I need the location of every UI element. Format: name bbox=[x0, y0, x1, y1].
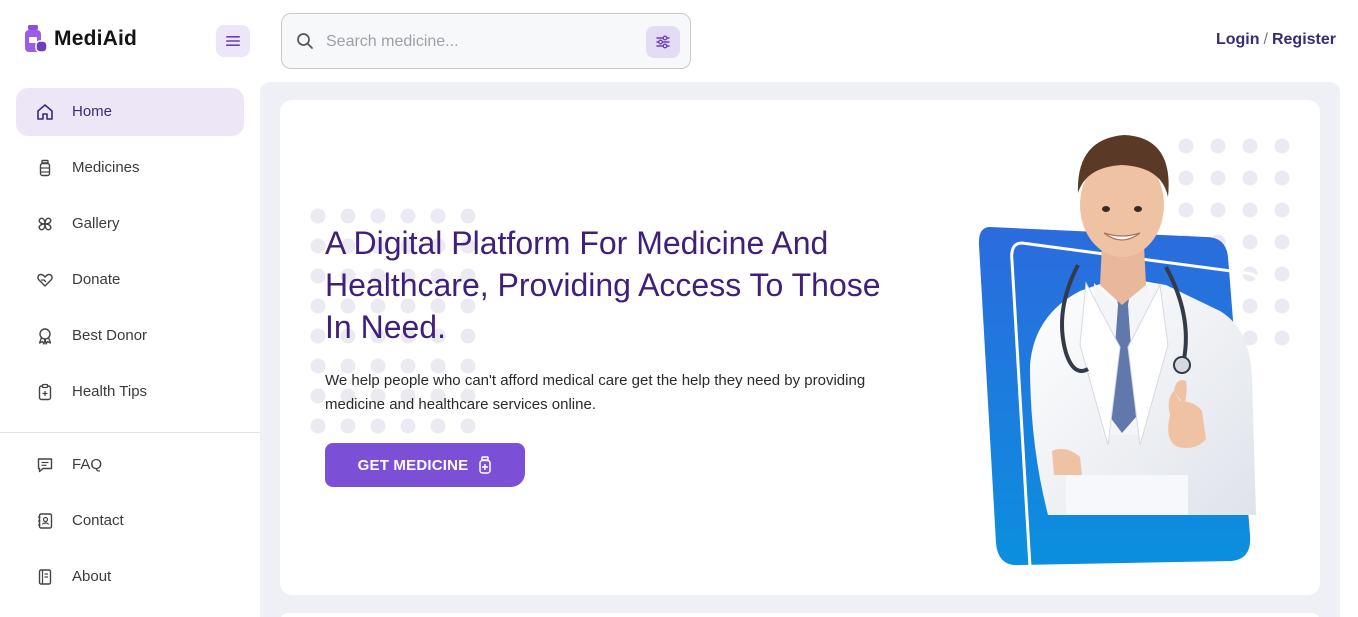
decorative-dot bbox=[310, 328, 326, 344]
login-link[interactable]: Login bbox=[1216, 31, 1260, 48]
register-link[interactable]: Register bbox=[1272, 31, 1336, 48]
sidebar-item-label: Donate bbox=[72, 271, 121, 288]
app-root: MediAid Login/Register bbox=[0, 0, 1358, 617]
medicine-bottle-icon bbox=[479, 456, 492, 474]
sidebar-item-donate[interactable]: Donate bbox=[16, 256, 244, 304]
decorative-dot bbox=[400, 418, 416, 434]
sidebar-item-label: Medicines bbox=[72, 159, 140, 176]
decorative-dot bbox=[310, 388, 326, 404]
sidebar-item-label: Health Tips bbox=[72, 383, 148, 400]
sidebar-item-label: Home bbox=[72, 103, 113, 120]
auth-links: Login / Register bbox=[1216, 31, 1336, 49]
filter-button[interactable] bbox=[646, 26, 680, 58]
brand-logo[interactable]: MediAid bbox=[22, 24, 137, 54]
home-icon bbox=[37, 104, 53, 120]
decorative-dot bbox=[430, 418, 446, 434]
decorative-dot bbox=[460, 418, 476, 434]
sidebar-item-label: Best Donor bbox=[72, 327, 148, 344]
medicine-bottle-icon bbox=[39, 159, 51, 177]
sidebar-item-label: FAQ bbox=[72, 456, 103, 473]
hero-title: A Digital Platform For Medicine And Heal… bbox=[325, 225, 881, 345]
hamburger-icon bbox=[226, 36, 240, 46]
sidebar-item-home[interactable]: Home bbox=[16, 88, 244, 136]
gallery-icon bbox=[38, 217, 52, 231]
book-icon bbox=[38, 569, 52, 585]
auth-separator: / bbox=[1263, 31, 1268, 48]
decorative-dot bbox=[310, 268, 326, 284]
decorative-dot bbox=[370, 418, 386, 434]
sidebar-item-about[interactable]: About bbox=[16, 553, 244, 601]
brand-name: MediAid bbox=[54, 27, 138, 50]
sidebar-item-gallery[interactable]: Gallery bbox=[16, 200, 244, 248]
heart-hand-icon bbox=[37, 273, 53, 287]
contact-book-icon bbox=[38, 513, 53, 529]
clipboard-icon bbox=[38, 383, 52, 401]
cta-label: GET MEDICINE bbox=[357, 456, 469, 474]
search-input[interactable] bbox=[326, 28, 636, 56]
sidebar-item-label: Gallery bbox=[72, 215, 120, 232]
decorative-dot bbox=[340, 418, 356, 434]
sliders-icon bbox=[656, 35, 670, 49]
sidebar-divider bbox=[0, 432, 260, 433]
sidebar-item-faq[interactable]: FAQ bbox=[16, 441, 244, 489]
decorative-dot bbox=[310, 418, 326, 434]
search-icon bbox=[297, 33, 313, 49]
sidebar-item-label: Contact bbox=[72, 512, 124, 529]
sidebar-item-health-tips[interactable]: Health Tips bbox=[16, 368, 244, 416]
sidebar: Home Medicines Gallery Donate Best Donor… bbox=[0, 82, 260, 617]
hero-banner: A Digital Platform For Medicine And Heal… bbox=[280, 100, 1320, 595]
decorative-dot bbox=[310, 208, 326, 224]
sidebar-item-medicines[interactable]: Medicines bbox=[16, 144, 244, 192]
get-medicine-button[interactable]: GET MEDICINE bbox=[325, 443, 525, 487]
decorative-dot bbox=[310, 238, 326, 254]
medicine-bottle-logo-icon bbox=[25, 25, 48, 53]
sidebar-item-label: About bbox=[72, 568, 112, 585]
award-icon bbox=[38, 328, 52, 345]
next-section-card bbox=[280, 613, 1320, 617]
menu-toggle-button[interactable] bbox=[216, 25, 250, 57]
doctor-illustration bbox=[978, 135, 1283, 585]
decorative-dot bbox=[310, 298, 326, 314]
hero-description: We help people who can't afford medical … bbox=[325, 372, 866, 413]
chat-icon bbox=[37, 458, 53, 473]
sidebar-item-contact[interactable]: Contact bbox=[16, 497, 244, 545]
sidebar-item-best-donor[interactable]: Best Donor bbox=[16, 312, 244, 360]
decorative-dot bbox=[310, 358, 326, 374]
search-bar bbox=[281, 13, 691, 69]
